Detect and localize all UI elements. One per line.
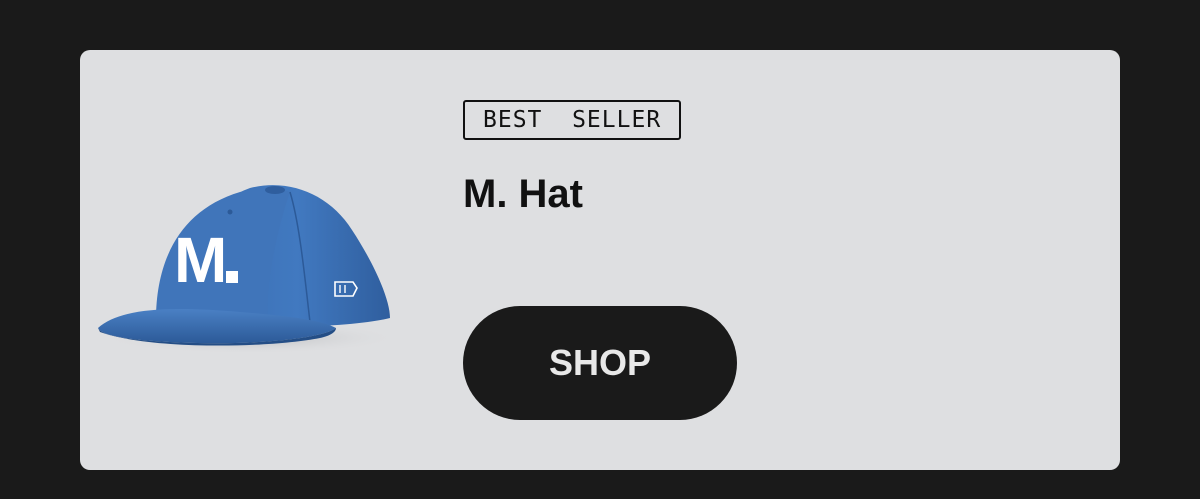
product-title: M. Hat <box>463 172 583 216</box>
cap-product-image: M <box>98 185 400 354</box>
shop-button[interactable]: SHOP <box>463 306 737 420</box>
best-seller-badge: BEST SELLER <box>463 100 682 140</box>
page: M BEST SELLER M. Hat SHOP <box>0 0 1200 499</box>
product-card: M BEST SELLER M. Hat SHOP <box>80 50 1120 470</box>
svg-text:M: M <box>174 224 227 296</box>
